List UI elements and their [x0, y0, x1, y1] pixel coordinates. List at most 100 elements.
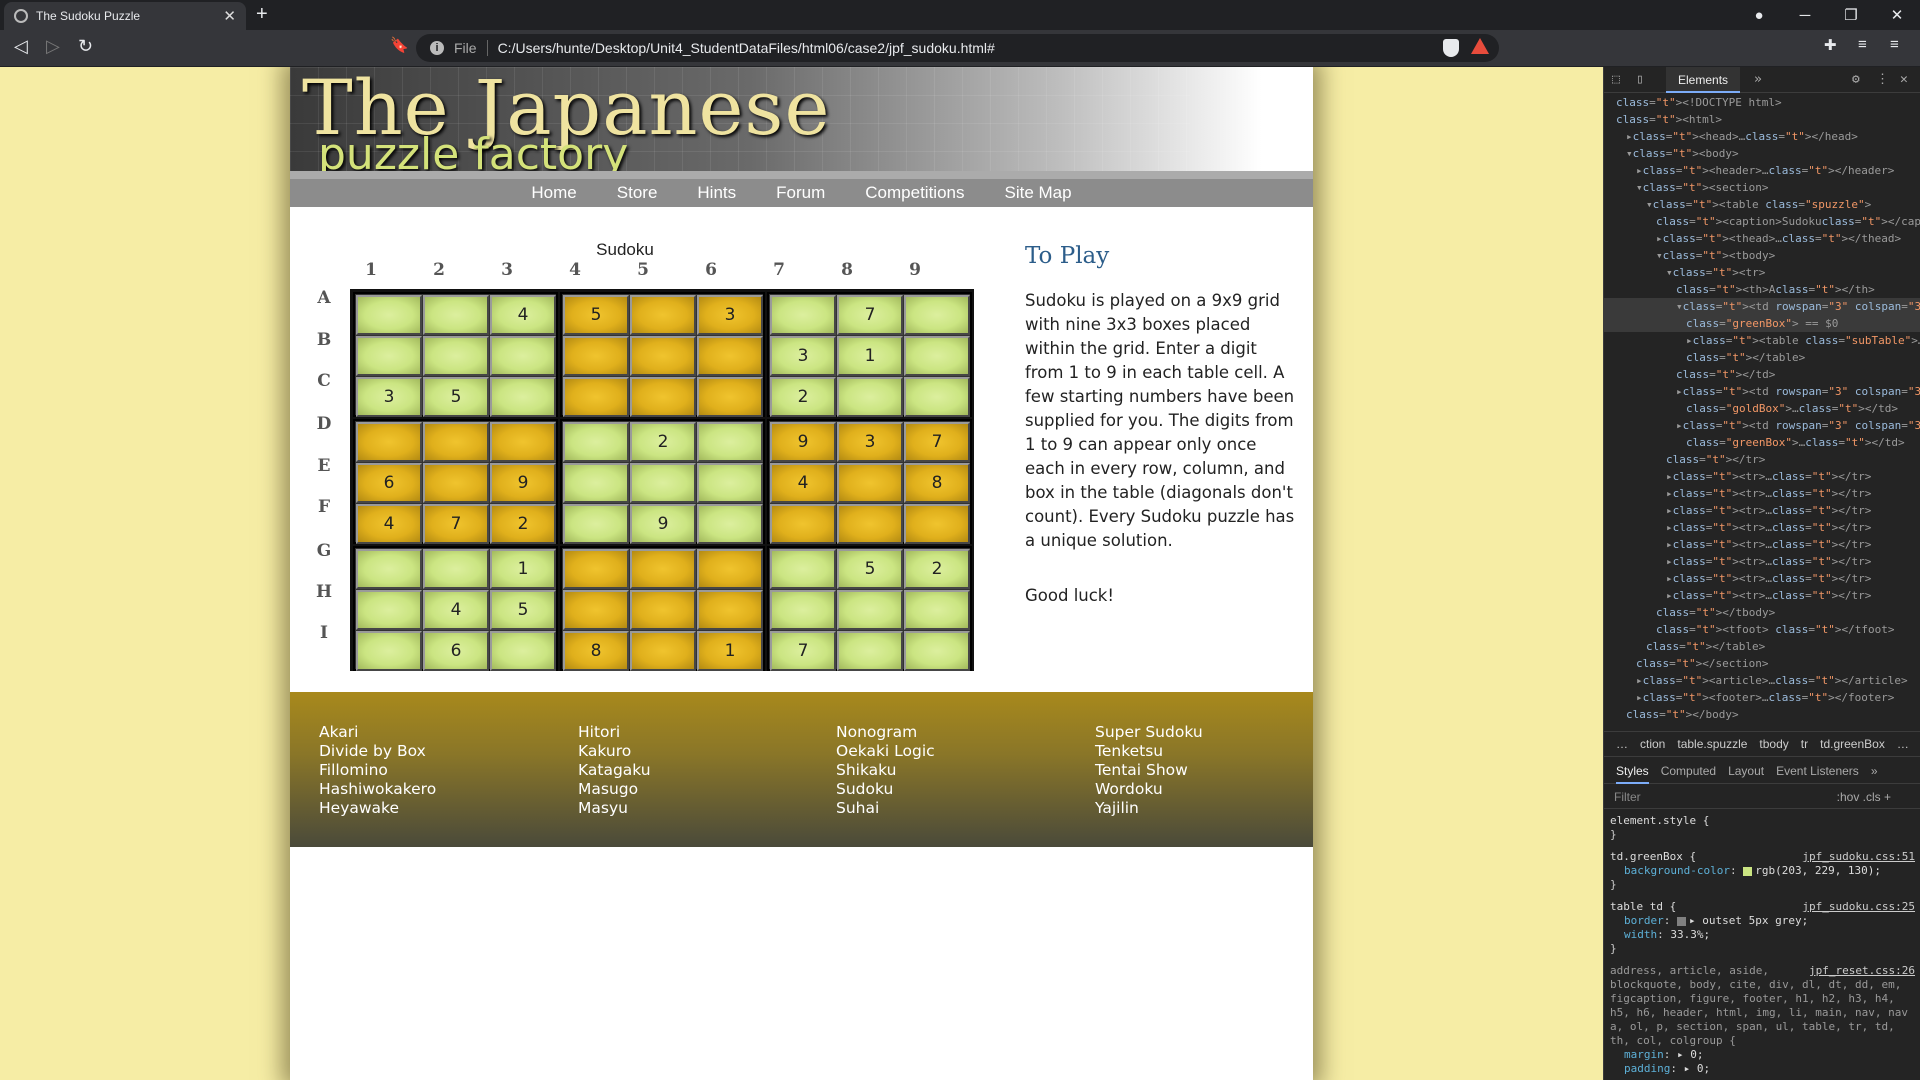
sudoku-cell[interactable] [630, 549, 696, 589]
footer-link[interactable]: Tentai Show [1095, 761, 1203, 780]
footer-link[interactable]: Katagaku [578, 761, 651, 780]
sudoku-cell[interactable] [423, 422, 489, 462]
dom-node[interactable]: class="greenBox"> == $0 [1604, 315, 1920, 332]
restore-icon[interactable]: ❐ [1828, 6, 1874, 24]
profile-icon[interactable]: ● [1736, 7, 1782, 24]
dom-node[interactable]: class="t"></td> [1604, 366, 1920, 383]
sudoku-cell[interactable] [356, 422, 422, 462]
footer-link[interactable]: Suhai [836, 799, 935, 818]
sudoku-cell[interactable] [563, 377, 629, 417]
breadcrumb-item[interactable]: tr [1801, 737, 1808, 751]
bookmark-icon[interactable]: 🔖 [390, 36, 409, 54]
styles-tab-more[interactable]: » [1871, 764, 1878, 778]
minimize-icon[interactable]: ─ [1782, 7, 1828, 24]
sudoku-cell[interactable] [563, 549, 629, 589]
dom-node[interactable]: class="t"><html> [1604, 111, 1920, 128]
sudoku-cell[interactable] [356, 590, 422, 630]
sudoku-cell[interactable] [490, 336, 556, 376]
browser-tab[interactable]: The Sudoku Puzzle ✕ [4, 2, 246, 30]
sudoku-cell[interactable] [837, 631, 903, 671]
sudoku-cell[interactable] [563, 336, 629, 376]
sudoku-cell[interactable] [904, 631, 970, 671]
info-icon[interactable]: i [430, 41, 444, 55]
nav-link-store[interactable]: Store [617, 183, 658, 203]
sudoku-cell[interactable]: 4 [770, 463, 836, 503]
kebab-menu-icon[interactable]: ⋮ [1876, 72, 1889, 87]
breadcrumb-item[interactable]: … [1616, 737, 1628, 751]
css-property[interactable]: margin: ▸ 0; [1610, 1048, 1915, 1062]
sudoku-cell[interactable] [630, 377, 696, 417]
device-toolbar-icon[interactable]: ▯ [1636, 72, 1644, 87]
sudoku-cell[interactable] [837, 590, 903, 630]
sudoku-cell[interactable] [423, 549, 489, 589]
dom-node[interactable]: class="t"></tr> [1604, 451, 1920, 468]
css-source-link[interactable]: jpf_reset.css:26 [1809, 964, 1915, 978]
sudoku-cell[interactable] [837, 463, 903, 503]
sudoku-cell[interactable]: 5 [837, 549, 903, 589]
dom-node[interactable]: ▸class="t"><head>…class="t"></head> [1604, 128, 1920, 145]
footer-link[interactable]: Kakuro [578, 742, 651, 761]
sudoku-cell[interactable] [904, 336, 970, 376]
breadcrumb-item[interactable]: table.spuzzle [1677, 737, 1747, 751]
filter-input[interactable]: Filter [1614, 790, 1641, 804]
css-property[interactable]: background-color: rgb(203, 229, 130); [1610, 864, 1915, 878]
close-devtools-icon[interactable]: ✕ [1900, 72, 1908, 87]
settings-icon[interactable]: ⚙ [1852, 72, 1860, 87]
sudoku-cell[interactable]: 3 [697, 295, 763, 335]
dom-node[interactable]: ▸class="t"><thead>…class="t"></thead> [1604, 230, 1920, 247]
sudoku-cell[interactable]: 1 [837, 336, 903, 376]
sudoku-cell[interactable]: 6 [356, 463, 422, 503]
sudoku-cell[interactable]: 3 [837, 422, 903, 462]
dom-node[interactable]: class="t"><caption>Sudokuclass="t"></cap… [1604, 213, 1920, 230]
sudoku-cell[interactable] [630, 590, 696, 630]
dom-node[interactable]: class="t"></section> [1604, 655, 1920, 672]
sudoku-cell[interactable]: 5 [490, 590, 556, 630]
sudoku-cell[interactable] [356, 631, 422, 671]
sudoku-cell[interactable]: 2 [770, 377, 836, 417]
sudoku-cell[interactable] [697, 590, 763, 630]
nav-link-competitions[interactable]: Competitions [865, 183, 964, 203]
close-tab-icon[interactable]: ✕ [223, 7, 236, 25]
styles-tab-computed[interactable]: Computed [1661, 764, 1716, 778]
footer-link[interactable]: Hashiwokakero [319, 780, 436, 799]
extensions-icon[interactable]: ✚ [1824, 36, 1837, 54]
css-property[interactable]: width: 33.3%; [1610, 928, 1915, 942]
inspect-icon[interactable]: ⬚ [1612, 72, 1620, 87]
address-bar[interactable]: i File C:/Users/hunte/Desktop/Unit4_Stud… [416, 34, 1499, 62]
dom-node[interactable]: ▸class="t"><table class="subTable">… [1604, 332, 1920, 349]
footer-link[interactable]: Divide by Box [319, 742, 436, 761]
css-source-link[interactable]: jpf_sudoku.css:25 [1802, 900, 1915, 914]
dom-node[interactable]: class="goldBox">…class="t"></td> [1604, 400, 1920, 417]
sudoku-cell[interactable] [356, 295, 422, 335]
footer-link[interactable]: Hitori [578, 723, 651, 742]
styles-filter[interactable]: Filter :hov .cls + [1604, 785, 1920, 809]
css-source-link[interactable]: jpf_sudoku.css:51 [1802, 850, 1915, 864]
sudoku-cell[interactable] [904, 295, 970, 335]
sudoku-cell[interactable]: 3 [770, 336, 836, 376]
css-property[interactable]: padding: ▸ 0; [1610, 1062, 1915, 1076]
sudoku-cell[interactable] [630, 336, 696, 376]
sudoku-cell[interactable] [770, 295, 836, 335]
sudoku-cell[interactable] [697, 504, 763, 544]
breadcrumb-item[interactable]: … [1897, 737, 1909, 751]
sudoku-cell[interactable]: 1 [490, 549, 556, 589]
footer-link[interactable]: Masugo [578, 780, 651, 799]
sudoku-cell[interactable] [770, 590, 836, 630]
sudoku-cell[interactable] [697, 422, 763, 462]
brave-shield-icon[interactable] [1443, 39, 1459, 57]
sudoku-cell[interactable]: 7 [423, 504, 489, 544]
dom-node[interactable]: ▸class="t"><td rowspan="3" colspan="3" [1604, 383, 1920, 400]
footer-link[interactable]: Masyu [578, 799, 651, 818]
dom-node[interactable]: ▸class="t"><tr>…class="t"></tr> [1604, 570, 1920, 587]
sudoku-cell[interactable] [697, 336, 763, 376]
sudoku-cell[interactable] [837, 377, 903, 417]
sudoku-cell[interactable]: 4 [423, 590, 489, 630]
dom-node[interactable]: ▾class="t"><tbody> [1604, 247, 1920, 264]
dom-node[interactable]: ▾class="t"><body> [1604, 145, 1920, 162]
sudoku-cell[interactable]: 6 [423, 631, 489, 671]
dom-node[interactable]: ▸class="t"><tr>…class="t"></tr> [1604, 502, 1920, 519]
filter-tools[interactable]: :hov .cls + [1837, 785, 1891, 809]
sudoku-cell[interactable] [630, 463, 696, 503]
dom-node[interactable]: ▸class="t"><tr>…class="t"></tr> [1604, 587, 1920, 604]
dom-node[interactable]: ▸class="t"><header>…class="t"></header> [1604, 162, 1920, 179]
